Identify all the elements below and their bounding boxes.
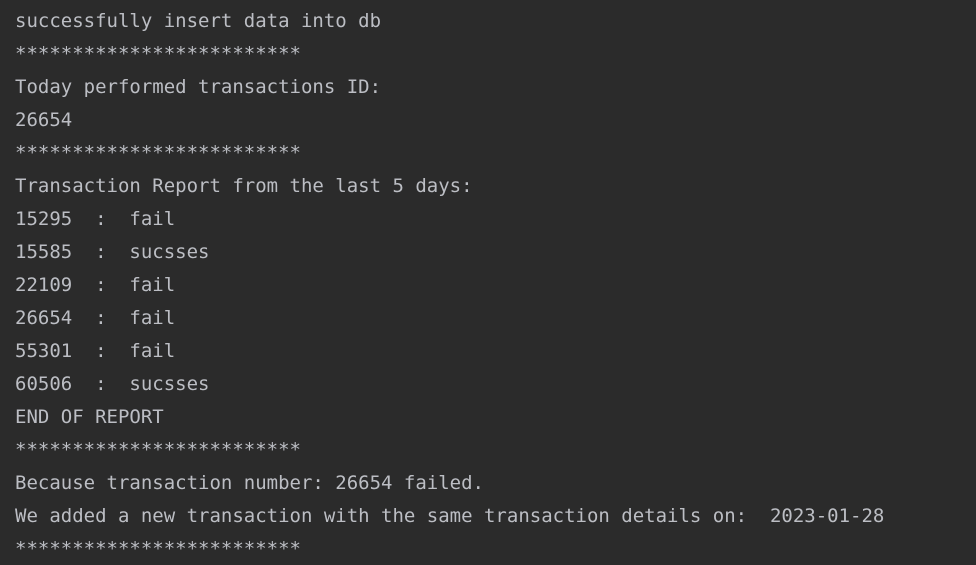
console-line-status: successfully insert data into db bbox=[15, 10, 382, 32]
console-line-today-header: Today performed transactions ID: bbox=[15, 76, 382, 98]
console-line-report-entry: 60506 : sucsses bbox=[15, 373, 210, 395]
console-line-separator: ************************* bbox=[15, 142, 301, 164]
console-line-report-entry: 15295 : fail bbox=[15, 208, 176, 230]
console-line-new-transaction: We added a new transaction with the same… bbox=[15, 505, 885, 527]
console-output: successfully insert data into db *******… bbox=[0, 0, 976, 565]
console-line-report-end: END OF REPORT bbox=[15, 406, 164, 428]
console-line-report-entry: 15585 : sucsses bbox=[15, 241, 210, 263]
console-line-report-entry: 22109 : fail bbox=[15, 274, 176, 296]
console-line-today-id: 26654 bbox=[15, 109, 73, 131]
console-line-report-entry: 26654 : fail bbox=[15, 307, 176, 329]
console-line-separator: ************************* bbox=[15, 43, 301, 65]
console-line-report-header: Transaction Report from the last 5 days: bbox=[15, 175, 473, 197]
console-line-separator: ************************* bbox=[15, 439, 301, 461]
console-line-failure-note: Because transaction number: 26654 failed… bbox=[15, 472, 484, 494]
console-line-separator: ************************* bbox=[15, 538, 301, 560]
console-line-report-entry: 55301 : fail bbox=[15, 340, 176, 362]
